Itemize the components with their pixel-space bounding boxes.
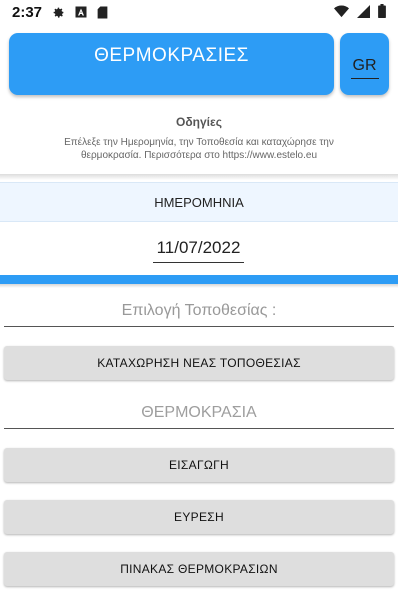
find-button-label: ΕΥΡΕΣΗ bbox=[174, 510, 224, 524]
insert-button[interactable]: ΕΙΣΑΓΩΓΗ bbox=[4, 448, 394, 482]
date-label: ΗΜΕΡΟΜΗΝΙΑ bbox=[0, 182, 398, 222]
font-a-icon bbox=[75, 6, 87, 18]
language-button[interactable]: GR bbox=[340, 33, 389, 95]
temperature-input[interactable]: ΘΕΡΜΟΚΡΑΣΙΑ bbox=[4, 404, 394, 429]
instructions-title: Οδηγίες bbox=[176, 115, 222, 129]
location-spinner[interactable]: Επιλογή Τοποθεσίας : bbox=[4, 302, 394, 327]
wifi-icon bbox=[334, 5, 349, 21]
title-button-label: ΘΕΡΜΟΚΡΑΣΙΕΣ bbox=[94, 45, 249, 66]
title-button[interactable]: ΘΕΡΜΟΚΡΑΣΙΕΣ bbox=[9, 33, 334, 95]
battery-icon bbox=[378, 4, 386, 21]
temperature-table-button-label: ΠΙΝΑΚΑΣ ΘΕΡΜΟΚΡΑΣΙΩΝ bbox=[120, 562, 278, 576]
instructions-text: Επέλεξε την Ημερομηνία, την Τοποθεσία κα… bbox=[64, 137, 334, 161]
date-label-text: ΗΜΕΡΟΜΗΝΙΑ bbox=[154, 194, 244, 210]
find-button[interactable]: ΕΥΡΕΣΗ bbox=[4, 500, 394, 534]
language-button-label: GR bbox=[350, 57, 379, 79]
status-time: 2:37 bbox=[12, 3, 43, 21]
divider bbox=[0, 174, 398, 180]
divider-shadow bbox=[0, 284, 398, 288]
status-bar: 2:37 bbox=[0, 0, 398, 24]
new-location-button[interactable]: ΚΑΤΑΧΩΡΗΣΗ ΝΕΑΣ ΤΟΠΟΘΕΣΙΑΣ bbox=[4, 346, 394, 380]
gear-icon bbox=[52, 6, 65, 19]
cellular-icon bbox=[357, 4, 370, 21]
date-picker-field[interactable]: 11/07/2022 bbox=[153, 238, 244, 263]
insert-button-label: ΕΙΣΑΓΩΓΗ bbox=[168, 458, 229, 472]
sd-card-icon bbox=[97, 6, 108, 19]
temperature-table-button[interactable]: ΠΙΝΑΚΑΣ ΘΕΡΜΟΚΡΑΣΙΩΝ bbox=[4, 552, 394, 586]
new-location-button-label: ΚΑΤΑΧΩΡΗΣΗ ΝΕΑΣ ΤΟΠΟΘΕΣΙΑΣ bbox=[97, 356, 301, 370]
accent-divider bbox=[0, 275, 398, 284]
